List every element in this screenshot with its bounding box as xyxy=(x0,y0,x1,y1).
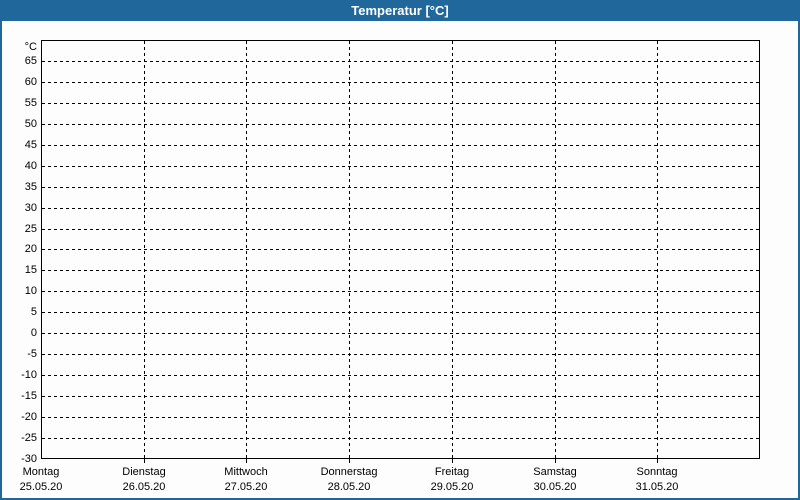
h-gridline xyxy=(42,270,759,271)
x-day-label: Sonntag 31.05.20 xyxy=(597,465,717,495)
x-tick-mark xyxy=(246,459,247,463)
x-tick-mark xyxy=(452,459,453,463)
h-gridline xyxy=(42,312,759,313)
day-date: 29.05.20 xyxy=(430,481,474,493)
y-tick-label: -30 xyxy=(21,453,37,465)
y-tick-label: 45 xyxy=(24,139,37,151)
h-gridline xyxy=(42,166,759,167)
y-tick-label: 40 xyxy=(24,160,37,172)
h-gridline xyxy=(42,438,759,439)
x-tick-mark xyxy=(657,459,658,463)
plot-area xyxy=(41,40,760,459)
y-tick-label: 20 xyxy=(24,243,37,255)
h-gridline xyxy=(42,82,759,83)
y-tick-label: 65 xyxy=(24,55,37,67)
x-day-label: Freitag 29.05.20 xyxy=(392,465,512,495)
v-gridline xyxy=(246,41,247,458)
h-gridline xyxy=(42,396,759,397)
h-gridline xyxy=(42,375,759,376)
day-name: Sonntag xyxy=(636,466,678,478)
chart-title: Temperatur [°C] xyxy=(351,3,449,18)
x-day-label: Donnerstag 28.05.20 xyxy=(289,465,409,495)
y-tick-label: 0 xyxy=(30,327,37,339)
y-axis-unit-label: °C xyxy=(24,41,37,53)
y-tick-label: -20 xyxy=(21,411,37,423)
y-tick-label: -25 xyxy=(21,432,37,444)
day-name: Mittwoch xyxy=(224,466,268,478)
h-gridline xyxy=(42,417,759,418)
x-tick-mark xyxy=(349,459,350,463)
y-tick-label: 25 xyxy=(24,223,37,235)
day-name: Freitag xyxy=(434,466,470,478)
y-tick-label: 15 xyxy=(24,264,37,276)
day-name: Donnerstag xyxy=(320,466,378,478)
h-gridline xyxy=(42,354,759,355)
h-gridline xyxy=(42,61,759,62)
h-gridline xyxy=(42,187,759,188)
v-gridline xyxy=(452,41,453,458)
h-gridline xyxy=(42,145,759,146)
h-gridline xyxy=(42,249,759,250)
h-gridline xyxy=(42,333,759,334)
h-gridline xyxy=(42,103,759,104)
x-day-label: Mittwoch 27.05.20 xyxy=(186,465,306,495)
v-gridline xyxy=(657,41,658,458)
h-gridline xyxy=(42,229,759,230)
h-gridline xyxy=(42,124,759,125)
y-tick-label: -5 xyxy=(27,348,37,360)
y-tick-label: 5 xyxy=(30,306,37,318)
v-gridline xyxy=(349,41,350,458)
x-tick-mark xyxy=(555,459,556,463)
title-bar: Temperatur [°C] xyxy=(2,0,798,21)
x-tick-mark xyxy=(144,459,145,463)
y-tick-label: -10 xyxy=(21,369,37,381)
y-tick-label: 35 xyxy=(24,181,37,193)
y-tick-label: 10 xyxy=(24,285,37,297)
day-date: 27.05.20 xyxy=(224,481,268,493)
y-tick-label: 30 xyxy=(24,202,37,214)
day-date: 31.05.20 xyxy=(635,481,679,493)
v-gridline xyxy=(144,41,145,458)
y-tick-label: -15 xyxy=(21,390,37,402)
chart-window: Temperatur [°C] °C 65 60 55 50 45 40 35 30 25 20 1… xyxy=(0,0,800,500)
day-date: 28.05.20 xyxy=(327,481,371,493)
h-gridline xyxy=(42,291,759,292)
v-gridline xyxy=(555,41,556,458)
y-tick-label: 50 xyxy=(24,118,37,130)
y-tick-label: 60 xyxy=(24,76,37,88)
y-tick-label: 55 xyxy=(24,97,37,109)
h-gridline xyxy=(42,208,759,209)
